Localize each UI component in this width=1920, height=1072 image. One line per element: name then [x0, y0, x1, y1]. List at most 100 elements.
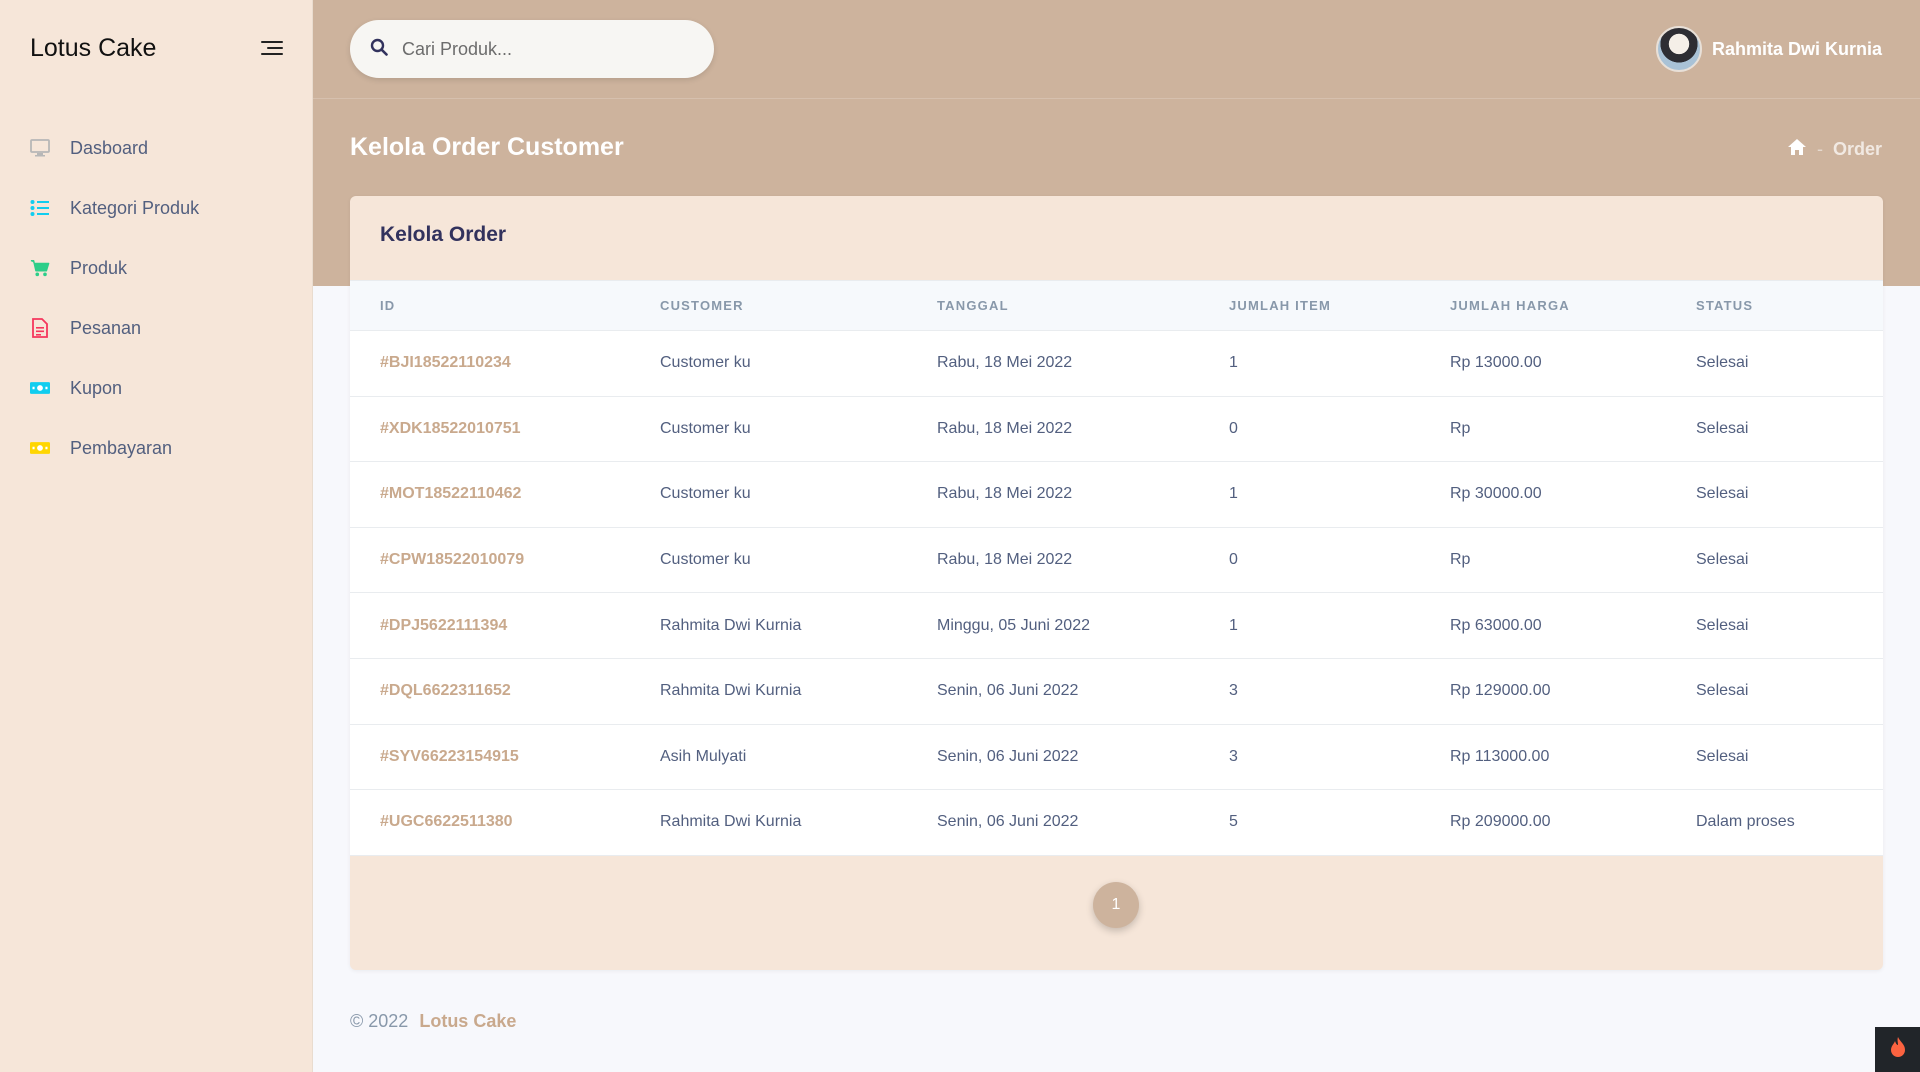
cell-status: Selesai — [1696, 485, 1749, 503]
cell-tanggal: Rabu, 18 Mei 2022 — [937, 354, 1073, 372]
cell-tanggal: Rabu, 18 Mei 2022 — [937, 485, 1073, 503]
cell-jumlah-item: 3 — [1229, 747, 1238, 765]
table-row[interactable]: #UGC6622511380 Rahmita Dwi Kurnia Senin,… — [350, 790, 1883, 856]
sidebar-item-kupon[interactable]: Kupon — [0, 358, 313, 418]
sidebar: Lotus Cake Dasboard Kategori Produk Prod… — [0, 0, 313, 1072]
column-header-jumlah-harga[interactable]: JUMLAH HARGA — [1420, 280, 1666, 331]
sidebar-item-label: Produk — [70, 257, 128, 278]
search-bar[interactable] — [350, 20, 714, 78]
cell-jumlah-item: 1 — [1229, 354, 1238, 372]
sidebar-item-label: Dasboard — [70, 137, 149, 158]
table-row[interactable]: #MOT18522110462 Customer ku Rabu, 18 Mei… — [350, 462, 1883, 528]
order-id-link[interactable]: #BJI18522110234 — [350, 331, 630, 397]
table-row[interactable]: #BJI18522110234 Customer ku Rabu, 18 Mei… — [350, 331, 1883, 397]
brand-logo[interactable]: Lotus Cake — [30, 34, 156, 63]
search-input[interactable] — [402, 38, 692, 60]
order-id-link[interactable]: #DPJ5622111394 — [350, 593, 630, 659]
breadcrumb-item-order[interactable]: Order — [1833, 139, 1882, 160]
table-row[interactable]: #CPW18522010079 Customer ku Rabu, 18 Mei… — [350, 527, 1883, 593]
cell-status: Dalam proses — [1696, 813, 1795, 831]
cell-tanggal: Senin, 06 Juni 2022 — [937, 813, 1079, 831]
cell-tanggal: Rabu, 18 Mei 2022 — [937, 551, 1073, 569]
table-row[interactable]: #XDK18522010751 Customer ku Rabu, 18 Mei… — [350, 396, 1883, 462]
sidebar-item-label: Pembayaran — [70, 437, 173, 458]
cell-jumlah-item: 1 — [1229, 616, 1238, 634]
sidebar-toggle-button[interactable] — [257, 39, 283, 59]
sidebar-nav: Dasboard Kategori Produk Produk Pesanan … — [0, 118, 313, 478]
order-id-link[interactable]: #UGC6622511380 — [350, 790, 630, 856]
cell-status: Selesai — [1696, 616, 1749, 634]
table-row[interactable]: #SYV66223154915 Asih Mulyati Senin, 06 J… — [350, 724, 1883, 790]
column-header-customer[interactable]: CUSTOMER — [630, 280, 907, 331]
search-icon — [370, 38, 388, 61]
breadcrumb: - Order — [1787, 138, 1882, 161]
order-id-link[interactable]: #XDK18522010751 — [350, 396, 630, 462]
cell-jumlah-harga: Rp — [1450, 551, 1471, 569]
table-header-row: ID CUSTOMER TANGGAL JUMLAH ITEM JUMLAH H… — [350, 280, 1883, 331]
sidebar-item-kategori-produk[interactable]: Kategori Produk — [0, 178, 313, 238]
money-icon — [30, 378, 50, 398]
document-icon — [30, 318, 50, 338]
cell-jumlah-harga: Rp 13000.00 — [1450, 354, 1542, 372]
column-header-id[interactable]: ID — [350, 280, 630, 331]
cell-customer: Customer ku — [660, 354, 751, 372]
cell-customer: Customer ku — [660, 419, 751, 437]
flame-icon — [1889, 1036, 1907, 1063]
cell-tanggal: Senin, 06 Juni 2022 — [937, 682, 1079, 700]
cell-customer: Asih Mulyati — [660, 747, 747, 765]
order-id-link[interactable]: #DQL6622311652 — [350, 658, 630, 724]
avatar[interactable] — [1655, 26, 1702, 72]
cell-tanggal: Rabu, 18 Mei 2022 — [937, 419, 1073, 437]
cell-tanggal: Minggu, 05 Juni 2022 — [937, 616, 1090, 634]
sidebar-item-pesanan[interactable]: Pesanan — [0, 298, 313, 358]
cell-jumlah-harga: Rp 113000.00 — [1450, 747, 1550, 765]
footer: © 2022 Lotus Cake — [350, 1011, 516, 1032]
cell-jumlah-harga: Rp 209000.00 — [1450, 813, 1551, 831]
cell-customer: Customer ku — [660, 551, 751, 569]
cell-status: Selesai — [1696, 354, 1749, 372]
cell-jumlah-item: 1 — [1229, 485, 1238, 503]
home-icon[interactable] — [1787, 138, 1807, 161]
order-id-link[interactable]: #CPW18522010079 — [350, 527, 630, 593]
sidebar-item-label: Pesanan — [70, 317, 142, 338]
order-id-link[interactable]: #SYV66223154915 — [350, 724, 630, 790]
page-title: Kelola Order Customer — [350, 133, 624, 161]
sidebar-item-label: Kupon — [70, 377, 123, 398]
table-row[interactable]: #DQL6622311652 Rahmita Dwi Kurnia Senin,… — [350, 658, 1883, 725]
cell-jumlah-harga: Rp 30000.00 — [1450, 485, 1542, 503]
cell-jumlah-item: 0 — [1229, 551, 1238, 569]
sidebar-item-pembayaran[interactable]: Pembayaran — [0, 418, 313, 478]
cell-customer: Rahmita Dwi Kurnia — [660, 682, 802, 700]
column-header-tanggal[interactable]: TANGGAL — [907, 280, 1199, 331]
sidebar-item-produk[interactable]: Produk — [0, 238, 313, 298]
cell-customer: Customer ku — [660, 485, 751, 503]
column-header-status[interactable]: STATUS — [1666, 280, 1883, 331]
floating-action-button[interactable] — [1875, 1027, 1920, 1072]
card-title: Kelola Order — [380, 223, 507, 246]
sidebar-item-dasboard[interactable]: Dasboard — [0, 118, 313, 178]
list-icon — [30, 198, 50, 218]
order-id-link[interactable]: #MOT18522110462 — [350, 462, 630, 528]
order-card: Kelola Order ID CUSTOMER TANGGAL JUMLAH … — [350, 196, 1883, 970]
cell-customer: Rahmita Dwi Kurnia — [660, 813, 802, 831]
sidebar-item-label: Kategori Produk — [70, 197, 200, 218]
cell-status: Selesai — [1696, 747, 1749, 765]
cell-jumlah-harga: Rp 129000.00 — [1450, 682, 1551, 700]
orders-table: ID CUSTOMER TANGGAL JUMLAH ITEM JUMLAH H… — [350, 280, 1883, 856]
table-row[interactable]: #DPJ5622111394 Rahmita Dwi Kurnia Minggu… — [350, 593, 1883, 659]
user-name: Rahmita Dwi Kurnia — [1711, 38, 1882, 59]
breadcrumb-separator: - — [1816, 139, 1823, 159]
cell-jumlah-harga: Rp — [1450, 419, 1471, 437]
footer-brand-link[interactable]: Lotus Cake — [419, 1011, 516, 1031]
header-divider — [313, 98, 1920, 99]
cell-jumlah-item: 0 — [1229, 419, 1238, 437]
pagination-page-1[interactable]: 1 — [1093, 882, 1139, 928]
cell-jumlah-item: 5 — [1229, 813, 1238, 831]
monitor-icon — [30, 138, 50, 158]
user-menu[interactable]: Rahmita Dwi Kurnia — [1655, 26, 1882, 72]
cell-status: Selesai — [1696, 682, 1749, 700]
cell-customer: Rahmita Dwi Kurnia — [660, 616, 802, 634]
footer-copyright: © 2022 — [350, 1011, 409, 1031]
column-header-jumlah-item[interactable]: JUMLAH ITEM — [1199, 280, 1420, 331]
money-icon — [30, 438, 50, 458]
